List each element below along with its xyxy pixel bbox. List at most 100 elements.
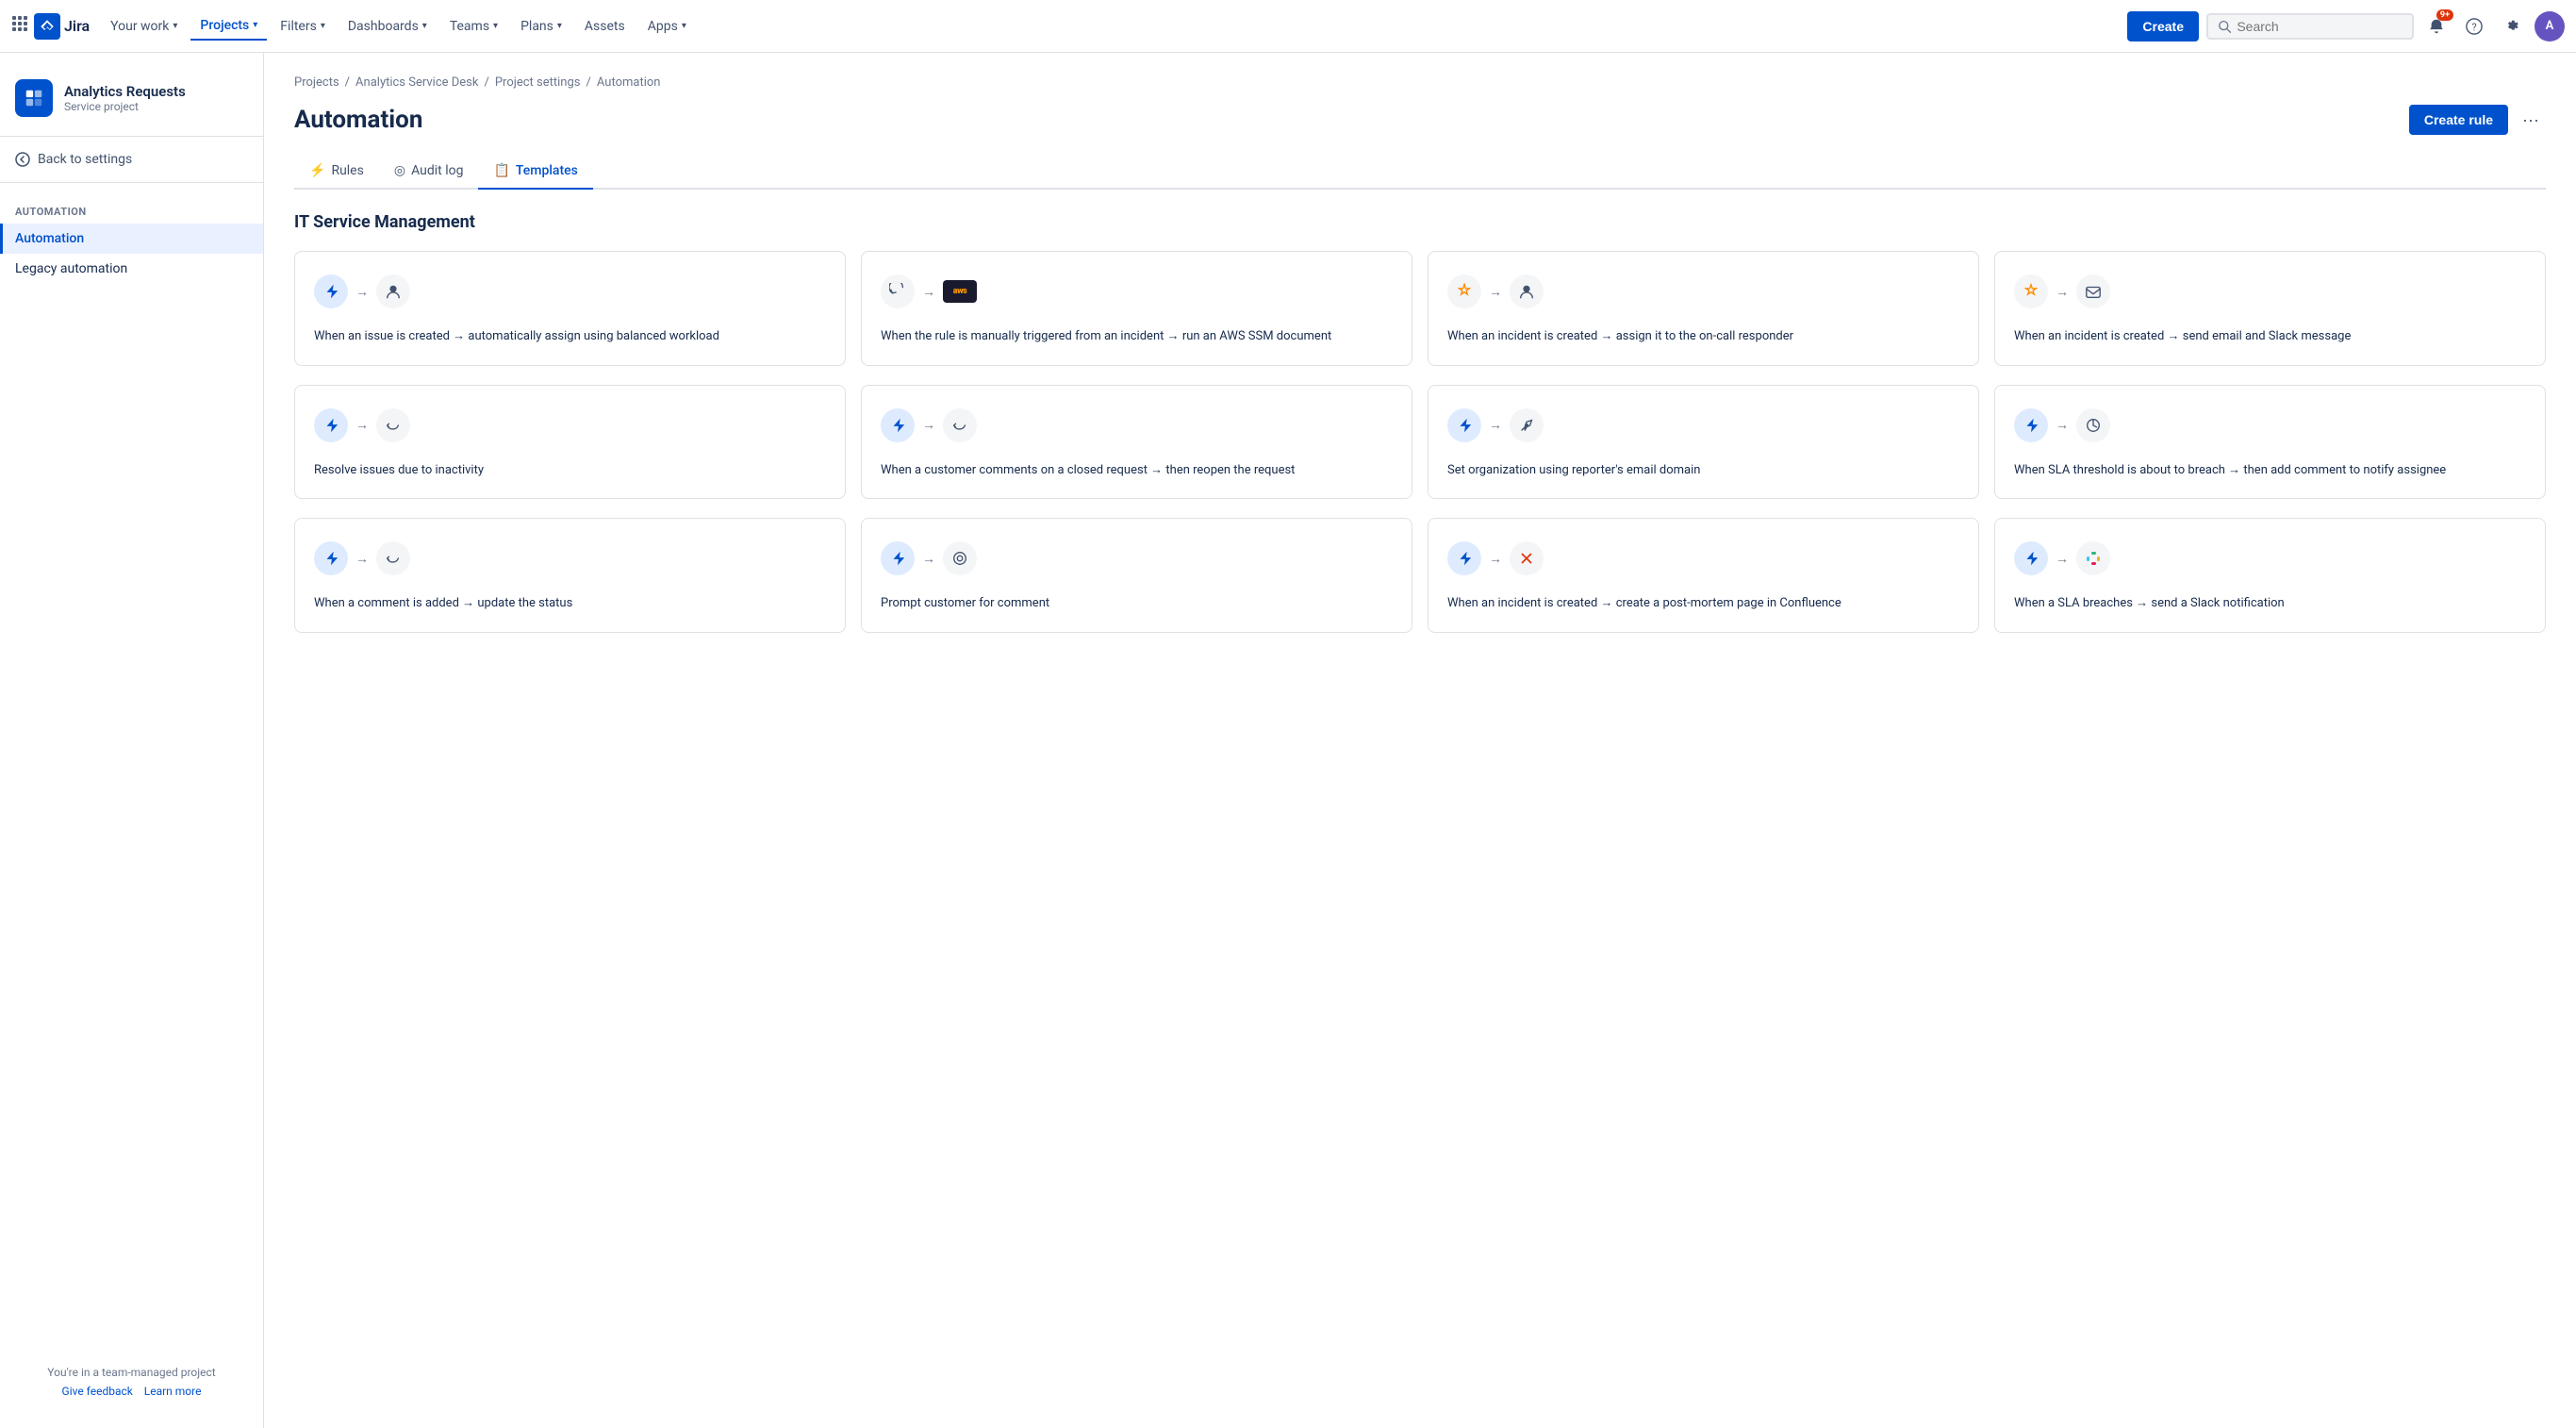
back-to-settings[interactable]: Back to settings <box>0 144 263 174</box>
arrow-icon: → <box>2056 417 2069 433</box>
settings-button[interactable] <box>2497 11 2527 42</box>
rules-icon: ⚡ <box>309 163 325 178</box>
card-text: When the rule is manually triggered from… <box>881 327 1393 346</box>
top-navigation: Jira Your work ▾ Projects ▾ Filters ▾ Da… <box>0 0 2576 53</box>
card-icons: → <box>314 408 826 442</box>
main-layout: Analytics Requests Service project Back … <box>0 53 2576 1428</box>
card-resolve-inactivity[interactable]: → Resolve issues due to inactivity <box>294 385 846 500</box>
trigger-icon <box>2014 274 2048 308</box>
search-box[interactable] <box>2206 13 2414 40</box>
trigger-icon <box>2014 541 2048 575</box>
slack-icon <box>2084 549 2103 568</box>
arrow-icon: → <box>355 284 369 300</box>
action-icon <box>943 408 977 442</box>
arrow-icon: → <box>355 417 369 433</box>
breadcrumb-service-desk[interactable]: Analytics Service Desk <box>355 75 478 90</box>
card-prompt-customer[interactable]: → Prompt customer for comment <box>861 518 1412 633</box>
card-icons: → <box>2014 408 2526 442</box>
action-icon <box>376 541 410 575</box>
sidebar: Analytics Requests Service project Back … <box>0 53 264 1428</box>
sidebar-item-legacy-automation[interactable]: Legacy automation <box>0 254 263 284</box>
arrow-icon: → <box>922 551 935 567</box>
trigger-icon <box>881 274 915 308</box>
give-feedback-link[interactable]: Give feedback <box>62 1385 133 1398</box>
chevron-icon: ▾ <box>321 21 325 31</box>
jira-logo[interactable]: Jira <box>34 13 90 40</box>
sidebar-item-automation[interactable]: Automation <box>0 224 263 254</box>
card-text: When an incident is created → create a p… <box>1447 594 1959 613</box>
card-text: When an incident is created → send email… <box>2014 327 2526 346</box>
create-button[interactable]: Create <box>2127 11 2199 42</box>
nav-projects[interactable]: Projects ▾ <box>190 12 267 41</box>
card-send-email-slack[interactable]: → When an incident is created → send ema… <box>1994 251 2546 366</box>
breadcrumb-project-settings[interactable]: Project settings <box>495 75 581 90</box>
cards-row-3: → When a comment is added → update the s… <box>294 518 2546 633</box>
tab-templates[interactable]: 📋 Templates <box>478 154 592 190</box>
card-post-mortem[interactable]: → When an incident is created → create a… <box>1428 518 1979 633</box>
arrow-icon: → <box>922 284 935 300</box>
logo-area: Jira <box>11 13 90 40</box>
chevron-icon: ▾ <box>422 21 427 31</box>
action-icon <box>2076 274 2110 308</box>
project-icon <box>15 79 53 117</box>
chevron-icon: ▾ <box>493 21 498 31</box>
notifications-button[interactable]: 9+ <box>2421 11 2452 42</box>
card-slack-notification[interactable]: → When a SLA breaches → send a Slack not… <box>1994 518 2546 633</box>
nav-apps[interactable]: Apps ▾ <box>638 13 696 40</box>
tab-rules[interactable]: ⚡ Rules <box>294 154 379 190</box>
nav-assets[interactable]: Assets <box>575 13 635 40</box>
card-icons: → <box>314 541 826 575</box>
arrow-icon: → <box>2056 284 2069 300</box>
card-on-call-responder[interactable]: → When an incident is created → assign i… <box>1428 251 1979 366</box>
nav-plans[interactable]: Plans ▾ <box>511 13 571 40</box>
learn-more-link[interactable]: Learn more <box>144 1385 202 1398</box>
card-balanced-workload[interactable]: → When an issue is created → automatical… <box>294 251 846 366</box>
card-update-status[interactable]: → When a comment is added → update the s… <box>294 518 846 633</box>
trigger-icon <box>1447 408 1481 442</box>
breadcrumb-projects[interactable]: Projects <box>294 75 339 90</box>
card-icons: → <box>881 408 1393 442</box>
card-icons: → <box>2014 541 2526 575</box>
grid-icon[interactable] <box>11 15 28 37</box>
action-icon <box>2076 541 2110 575</box>
card-sla-threshold[interactable]: → When SLA threshold is about to breach … <box>1994 385 2546 500</box>
card-text: Prompt customer for comment <box>881 594 1393 613</box>
nav-dashboards[interactable]: Dashboards ▾ <box>339 13 437 40</box>
arrow-icon: → <box>1489 551 1502 567</box>
divider <box>0 182 263 183</box>
sidebar-footer: You're in a team-managed project Give fe… <box>0 1351 263 1413</box>
arrow-icon: → <box>355 551 369 567</box>
main-content: Projects / Analytics Service Desk / Proj… <box>264 53 2576 1428</box>
card-aws-ssm[interactable]: → aws When the rule is manually triggere… <box>861 251 1412 366</box>
user-avatar[interactable]: A <box>2535 11 2565 42</box>
action-icon <box>376 408 410 442</box>
create-rule-button[interactable]: Create rule <box>2409 105 2508 135</box>
more-options-button[interactable]: ··· <box>2516 105 2546 135</box>
nav-teams[interactable]: Teams ▾ <box>440 13 507 40</box>
arrow-icon: → <box>922 417 935 433</box>
gear-icon <box>2503 18 2520 35</box>
project-info: Analytics Requests Service project <box>64 83 186 113</box>
back-icon <box>15 152 30 167</box>
nav-your-work[interactable]: Your work ▾ <box>101 13 187 40</box>
nav-filters[interactable]: Filters ▾ <box>271 13 335 40</box>
card-icons: → aws <box>881 274 1393 308</box>
tab-audit-log[interactable]: ◎ Audit log <box>379 154 479 190</box>
trigger-icon <box>2014 408 2048 442</box>
help-button[interactable]: ? <box>2459 11 2489 42</box>
cards-row-1: → When an issue is created → automatical… <box>294 251 2546 366</box>
card-text: When a customer comments on a closed req… <box>881 461 1393 480</box>
audit-icon: ◎ <box>394 163 405 178</box>
card-reopen-closed[interactable]: → When a customer comments on a closed r… <box>861 385 1412 500</box>
search-input[interactable] <box>2237 19 2403 34</box>
project-name: Analytics Requests <box>64 83 186 100</box>
search-icon <box>2218 19 2231 34</box>
chevron-icon: ▾ <box>682 21 686 31</box>
topnav-right: Create 9+ ? A <box>2127 11 2565 42</box>
card-text: When SLA threshold is about to breach → … <box>2014 461 2526 480</box>
trigger-icon <box>1447 541 1481 575</box>
card-set-organization[interactable]: → Set organization using reporter's emai… <box>1428 385 1979 500</box>
project-type: Service project <box>64 100 186 113</box>
page-title: Automation <box>294 106 422 134</box>
chevron-icon: ▾ <box>557 21 562 31</box>
